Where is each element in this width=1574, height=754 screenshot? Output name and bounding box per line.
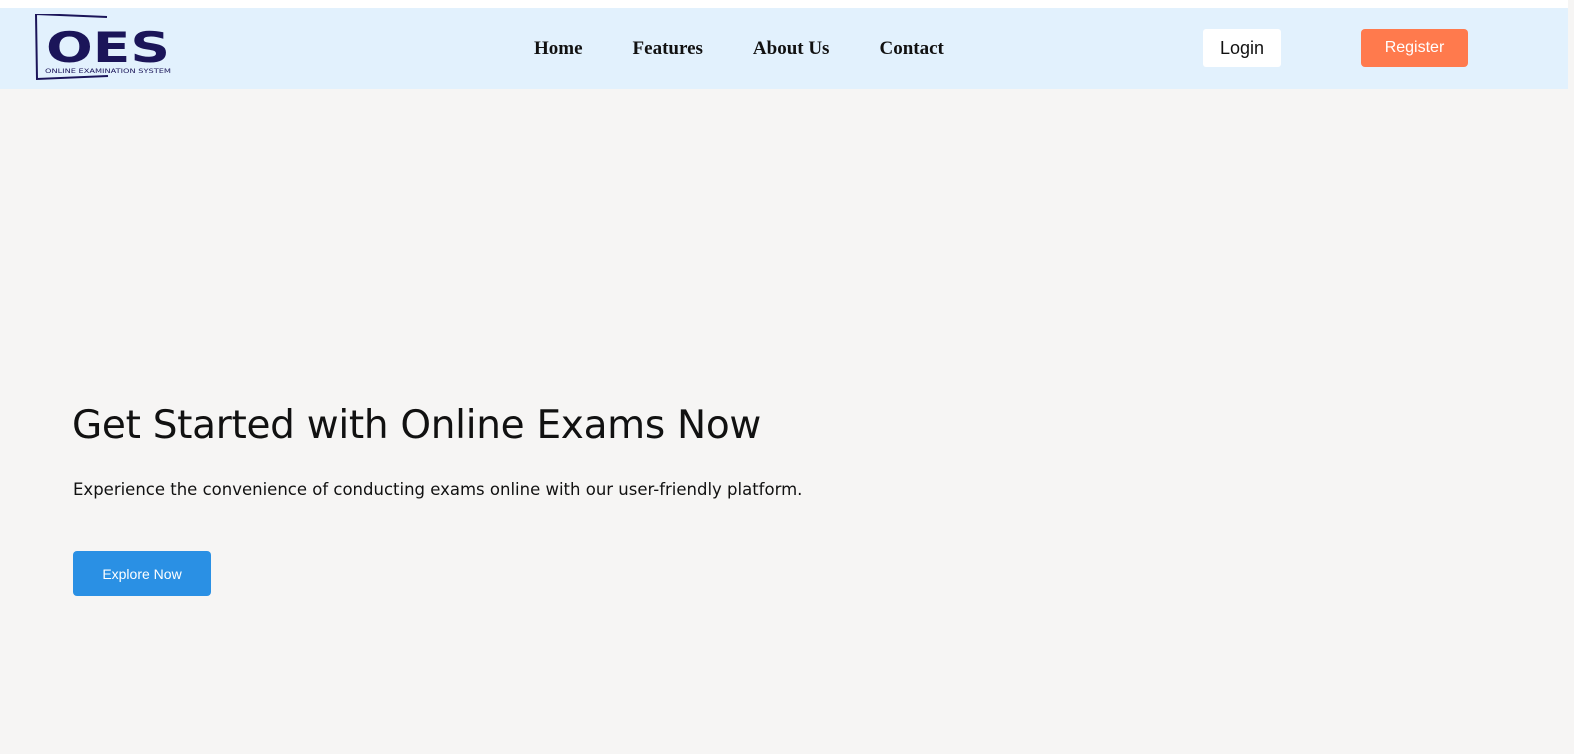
explore-now-button[interactable]: Explore Now [73, 551, 211, 596]
scrollbar-track[interactable] [1568, 0, 1574, 754]
nav-contact[interactable]: Contact [879, 37, 943, 61]
nav-about-us[interactable]: About Us [753, 37, 830, 61]
hero-subtitle: Experience the convenience of conducting… [73, 480, 803, 499]
login-button[interactable]: Login [1203, 29, 1281, 67]
register-button[interactable]: Register [1361, 29, 1468, 67]
hero-title: Get Started with Online Exams Now [72, 403, 762, 448]
main-nav: Home Features About Us Contact [534, 37, 944, 61]
nav-features[interactable]: Features [633, 37, 703, 61]
oes-logo[interactable]: OES ONLINE EXAMINATION SYSTEM [34, 14, 176, 82]
top-strip [0, 0, 1574, 8]
navbar: OES ONLINE EXAMINATION SYSTEM Home Featu… [0, 8, 1568, 89]
logo-letters: OES [46, 23, 170, 72]
logo-tagline: ONLINE EXAMINATION SYSTEM [45, 67, 171, 75]
nav-home[interactable]: Home [534, 37, 583, 61]
